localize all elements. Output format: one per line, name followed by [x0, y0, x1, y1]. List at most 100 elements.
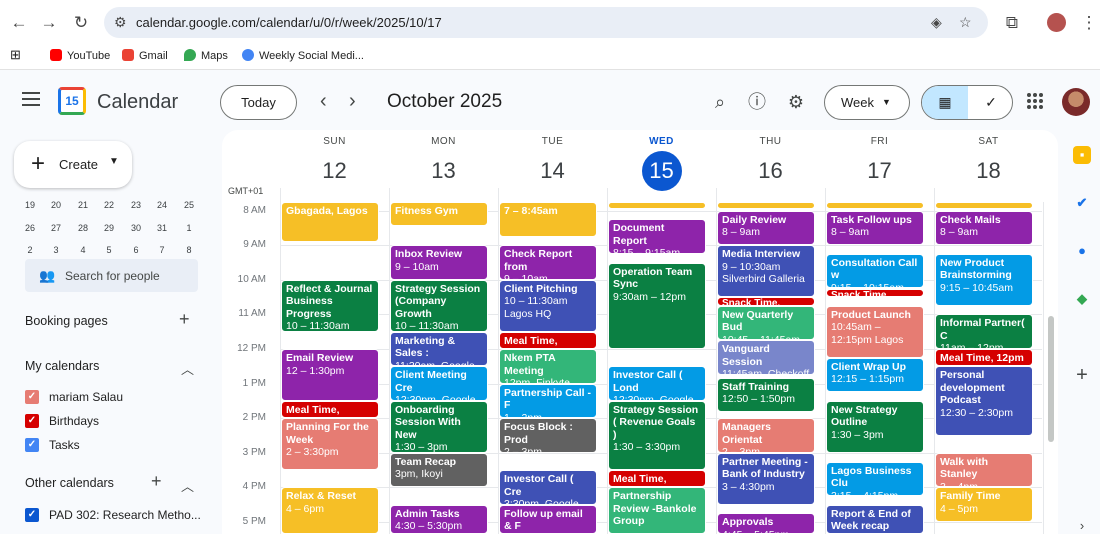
time-grid[interactable]: 8 AM 9 AM 10 AM 11 AM 12 PM 1 PM 2 PM 3 PM 4 PM 5…: [222, 202, 1058, 534]
my-calendars-heading[interactable]: My calendars: [25, 359, 99, 373]
calendar-event[interactable]: Strategy Session (Company Growth 10 – 11:…: [390, 279, 488, 332]
view-select[interactable]: Week ▼: [824, 85, 910, 120]
mini-calendar-day[interactable]: 28: [70, 223, 96, 233]
day-header-thu[interactable]: THU 16: [716, 136, 825, 191]
calendar-event[interactable]: Consultation Call w 9:15 – 10:15am: [826, 253, 924, 289]
calendar-event[interactable]: Daily Review 8 – 9am: [717, 210, 815, 246]
calendar-event[interactable]: Walk with Stanley 3 – 4pm: [935, 452, 1033, 488]
today-button[interactable]: Today: [220, 85, 297, 120]
mini-calendar-day[interactable]: 22: [96, 200, 122, 210]
day-number[interactable]: 14: [533, 151, 573, 191]
checkbox-checked-icon[interactable]: ✓: [25, 438, 39, 452]
day-number[interactable]: 13: [424, 151, 464, 191]
extensions-icon[interactable]: ⧉: [1001, 12, 1023, 34]
mini-calendar-day[interactable]: 2: [17, 245, 43, 255]
calendar-event[interactable]: Client Wrap Up 12:15 – 1:15pm: [826, 357, 924, 393]
calendar-event[interactable]: Informal Partner( C 11am – 12pm: [935, 314, 1033, 350]
main-menu-icon[interactable]: [22, 92, 40, 106]
browser-menu-icon[interactable]: ⋮: [1078, 12, 1100, 34]
contacts-icon[interactable]: ●: [1073, 242, 1091, 260]
search-icon[interactable]: ⌕: [709, 91, 731, 113]
search-people-input[interactable]: 👥 Search for people: [25, 259, 198, 292]
calendar-event[interactable]: New Strategy Outline 1:30 – 3pm: [826, 400, 924, 453]
calendar-event[interactable]: Partnership Call -F 1 – 2pm: [499, 383, 597, 419]
calendar-event[interactable]: Strategy Session ( Revenue Goals ) 1:30 –…: [608, 400, 706, 471]
mini-calendar-day[interactable]: 6: [123, 245, 149, 255]
calendar-event[interactable]: Operation Team Sync 9:30am – 12pm: [608, 262, 706, 350]
day-number[interactable]: 18: [969, 151, 1009, 191]
mini-calendar-day[interactable]: 21: [70, 200, 96, 210]
day-header-sun[interactable]: SUN 12: [280, 136, 389, 191]
day-number[interactable]: 12: [315, 151, 355, 191]
bookmark-star-icon[interactable]: ☆: [959, 14, 972, 31]
chevron-up-icon[interactable]: ︿: [181, 476, 194, 495]
calendar-event[interactable]: Partnership Review -Bankole Group: [608, 487, 706, 534]
get-addons-icon[interactable]: +: [1073, 365, 1091, 385]
mini-calendar-day[interactable]: 31: [149, 223, 175, 233]
calendar-event[interactable]: Email Review 12 – 1:30pm: [281, 349, 379, 401]
day-header-sat[interactable]: SAT 18: [934, 136, 1043, 191]
calendar-tasks-toggle[interactable]: ▦ ✓: [921, 85, 1013, 120]
calendar-event[interactable]: Snack Time, 10:30am: [717, 297, 815, 306]
calendar-event[interactable]: Snack Time, 10:15am: [826, 288, 924, 298]
mini-calendar-day[interactable]: 20: [43, 200, 69, 210]
calendar-event[interactable]: Personal development Podcast 12:30 – 2:30…: [935, 366, 1033, 436]
calendar-event[interactable]: Client Meeting Cre12:30pm, Google Me: [390, 366, 488, 401]
calendar-event[interactable]: New Product Brainstorming 9:15 – 10:45am: [935, 253, 1033, 306]
day-header-mon[interactable]: MON 13: [389, 136, 498, 191]
day-header-tue[interactable]: TUE 14: [498, 136, 607, 191]
bookmark-maps[interactable]: Maps: [184, 49, 228, 62]
calendar-event[interactable]: Nkem PTA Meeting12pm, Finkyte Scho: [499, 349, 597, 384]
expand-side-panel-icon[interactable]: ›: [1073, 517, 1091, 534]
address-bar[interactable]: ⚙ calendar.google.com/calendar/u/0/r/wee…: [104, 7, 988, 38]
calendar-event[interactable]: Vanguard Session11:45am, Checkoff F: [717, 340, 815, 375]
calendar-event[interactable]: Planning For the Week 2 – 3:30pm: [281, 418, 379, 471]
next-week-icon[interactable]: ›: [349, 90, 356, 113]
reload-icon[interactable]: ↻: [70, 12, 92, 34]
calendar-event[interactable]: Reflect & Journal Business Progress 10 – …: [281, 279, 379, 332]
checkbox-checked-icon[interactable]: ✓: [25, 414, 39, 428]
mini-calendar-day[interactable]: 30: [123, 223, 149, 233]
calendar-event[interactable]: New Quarterly Bud 10:45 – 11:45am: [717, 305, 815, 341]
checkbox-checked-icon[interactable]: ✓: [25, 390, 39, 404]
site-info-icon[interactable]: ⚙: [114, 14, 127, 31]
mini-calendar-day[interactable]: 23: [123, 200, 149, 210]
calendar-event[interactable]: [935, 202, 1033, 209]
mini-calendar-day[interactable]: 24: [149, 200, 175, 210]
calendar-event[interactable]: Partner Meeting - Bank of Industry 3 – 4:…: [717, 452, 815, 505]
tasks-icon[interactable]: ✔: [1073, 194, 1091, 212]
calendar-event[interactable]: 7 – 8:45am: [499, 202, 597, 237]
mini-calendar-day[interactable]: 26: [17, 223, 43, 233]
create-button[interactable]: + Create ▼: [14, 141, 132, 188]
vertical-scrollbar[interactable]: [1048, 316, 1054, 442]
other-calendars-heading[interactable]: Other calendars: [25, 476, 114, 490]
calendar-event[interactable]: Investor Call ( Cre3:30pm, Google Me: [499, 470, 597, 505]
calendar-event[interactable]: Marketing & Sales :11:30am, Google Me: [390, 331, 488, 367]
calendar-event[interactable]: Meal Time, 11:30am: [499, 331, 597, 350]
mini-calendar-day[interactable]: 7: [149, 245, 175, 255]
forward-arrow-icon[interactable]: →: [38, 12, 60, 34]
calendar-event[interactable]: Admin Tasks 4:30 – 5:30pm: [390, 504, 488, 534]
bookmark-weekly-social[interactable]: Weekly Social Medi...: [242, 49, 364, 62]
calendar-event[interactable]: [717, 202, 815, 209]
calendar-event[interactable]: [826, 202, 924, 209]
apps-grid-icon[interactable]: ⊞: [10, 47, 21, 63]
calendar-event[interactable]: Approvals4:45 – 5:45pm: [717, 513, 815, 534]
calendar-event[interactable]: Managers Orientat 2 – 3pm: [717, 418, 815, 453]
mini-calendar-day[interactable]: 5: [96, 245, 122, 255]
mini-calendar-day[interactable]: 1: [176, 223, 202, 233]
google-apps-icon[interactable]: [1027, 93, 1043, 109]
mini-calendar-day[interactable]: 4: [70, 245, 96, 255]
mini-calendar-day[interactable]: 29: [96, 223, 122, 233]
calendar-event[interactable]: Gbagada, Lagos: [281, 202, 379, 242]
day-number[interactable]: 17: [860, 151, 900, 191]
calendar-event[interactable]: Onboarding Session With New 1:30 – 3pm: [390, 400, 488, 453]
mini-calendar-day[interactable]: 8: [176, 245, 202, 255]
mini-calendar-day[interactable]: 25: [176, 200, 202, 210]
calendar-event[interactable]: Inbox Review 9 – 10am: [390, 245, 488, 280]
calendar-event[interactable]: Check Mails 8 – 9am: [935, 210, 1033, 246]
account-avatar[interactable]: [1062, 88, 1090, 116]
calendar-event[interactable]: Meal Time, 1:30pm: [281, 400, 379, 419]
calendar-event[interactable]: Investor Call ( Lond12:30pm, Google Me: [608, 366, 706, 401]
calendar-event[interactable]: Document Report 8:15 – 9:15am: [608, 219, 706, 254]
